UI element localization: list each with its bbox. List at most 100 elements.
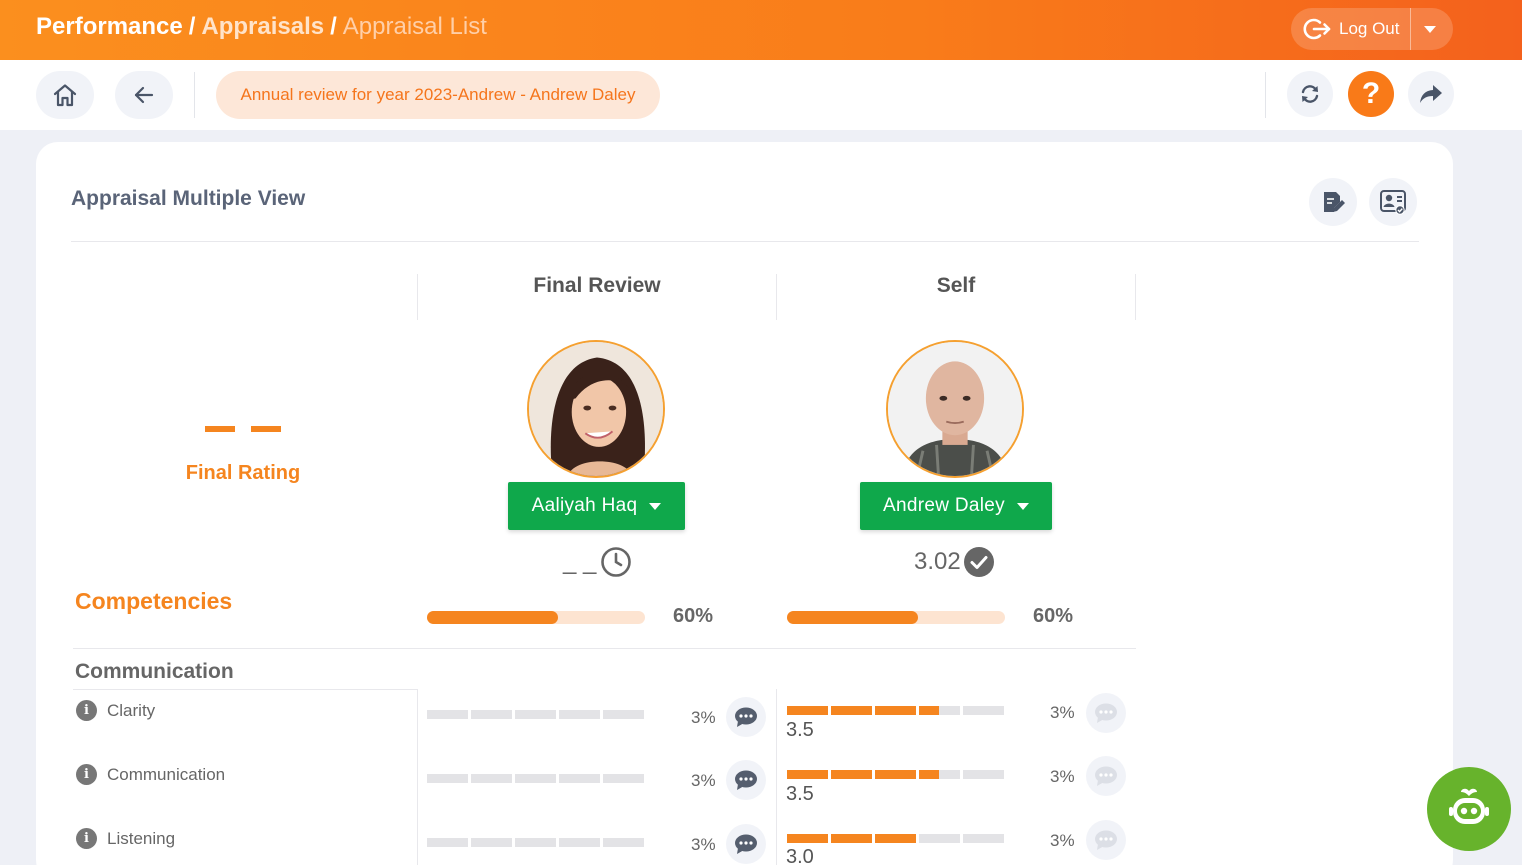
comment-icon [1095, 830, 1117, 850]
rating-segment [515, 838, 556, 847]
competency-row-listening: i Listening [76, 828, 175, 849]
rating-segment [787, 770, 828, 779]
final-review-weight: 3% [691, 771, 716, 790]
employee-avatar [886, 340, 1024, 478]
comment-button[interactable] [1086, 693, 1126, 733]
review-title-pill[interactable]: Annual review for year 2023-Andrew - And… [216, 71, 660, 119]
competency-row-clarity: i Clarity [76, 700, 155, 721]
logout-icon [1303, 18, 1331, 40]
self-progress-bar [787, 611, 1005, 624]
progress-fill [427, 611, 558, 624]
back-button[interactable] [115, 71, 173, 119]
reviewers-icon [1380, 190, 1406, 215]
question-icon: ? [1361, 77, 1381, 110]
competency-label: Listening [107, 828, 176, 848]
final-review-progress-bar [427, 611, 645, 624]
score-value: _ _ [563, 548, 597, 575]
info-icon[interactable]: i [76, 700, 97, 721]
rating-segment [559, 838, 600, 847]
rating-segment [875, 706, 916, 715]
employee-name: Andrew Daley [883, 495, 1005, 516]
column-header-final-review: Final Review [533, 274, 661, 297]
chevron-down-icon[interactable] [1423, 25, 1436, 33]
rating-segment [939, 706, 960, 715]
comment-icon [735, 770, 757, 790]
self-rating-value: 3.5 [786, 783, 814, 805]
employee-select-button[interactable]: Andrew Daley [860, 482, 1052, 530]
comment-button[interactable] [1086, 820, 1126, 860]
rating-segment [831, 706, 872, 715]
toolbar-divider [1265, 72, 1266, 118]
rating-segment [427, 710, 468, 719]
breadcrumb-separator: / [330, 13, 337, 40]
avatar-image [529, 342, 663, 476]
logout-divider [1409, 8, 1411, 50]
reviewer-avatar [527, 340, 665, 478]
card-divider [71, 241, 1419, 242]
rating-segment [831, 770, 872, 779]
refresh-button[interactable] [1287, 71, 1333, 117]
chevron-down-icon [1016, 502, 1029, 510]
final-rating-dash [251, 426, 281, 432]
comment-button[interactable] [726, 697, 766, 737]
rating-segment [515, 710, 556, 719]
help-button[interactable]: ? [1348, 71, 1394, 117]
reviewer-name: Aaliyah Haq [531, 495, 638, 516]
comment-button[interactable] [726, 760, 766, 800]
rating-segment [471, 774, 512, 783]
comment-icon [1095, 703, 1117, 723]
rating-segment [963, 706, 1004, 715]
edit-document-icon [1324, 192, 1345, 212]
rating-segment [963, 770, 1004, 779]
rating-segment [831, 834, 872, 843]
rating-segment [559, 774, 600, 783]
final-review-progress-pct: 60% [673, 605, 714, 627]
section-underline [73, 689, 418, 690]
comment-icon [735, 707, 757, 727]
competency-label: Communication [107, 764, 226, 784]
home-icon [53, 84, 77, 107]
card-title: Appraisal Multiple View [71, 187, 306, 210]
rating-segment [939, 770, 960, 779]
comment-icon [735, 834, 757, 854]
info-icon[interactable]: i [76, 828, 97, 849]
rating-segment [603, 710, 644, 719]
comment-button[interactable] [726, 824, 766, 864]
rating-segment [963, 834, 1004, 843]
comment-icon [1095, 766, 1117, 786]
progress-fill [787, 611, 918, 624]
rating-segment [787, 834, 828, 843]
arrow-left-icon [134, 86, 154, 104]
home-button[interactable] [36, 71, 94, 119]
breadcrumb-appraisal-list[interactable]: Appraisal List [343, 13, 487, 40]
self-score: 3.02 [914, 544, 995, 580]
rating-segment [559, 710, 600, 719]
robot-icon [1449, 788, 1489, 824]
final-review-score: _ _ [563, 544, 632, 580]
rating-segment [875, 770, 916, 779]
chatbot-button[interactable] [1427, 767, 1511, 851]
rating-segment [875, 834, 916, 843]
comment-button[interactable] [1086, 756, 1126, 796]
rating-segment [919, 834, 960, 843]
rating-segment [471, 838, 512, 847]
reviewers-button[interactable] [1369, 178, 1417, 226]
section-title-communication: Communication [75, 660, 234, 683]
logout-button[interactable]: Log Out [1291, 8, 1453, 50]
final-rating-label: Final Rating [185, 462, 301, 484]
rating-segment [919, 706, 939, 715]
self-rating-value: 3.5 [786, 719, 814, 741]
info-icon[interactable]: i [76, 764, 97, 785]
chevron-down-icon [649, 502, 662, 510]
top-bar: Performance / Appraisals / Appraisal List Lo… [0, 0, 1522, 60]
competency-label: Clarity [107, 700, 156, 720]
breadcrumb-appraisals[interactable]: Appraisals [201, 13, 324, 40]
breadcrumb-performance[interactable]: Performance [36, 13, 183, 40]
self-progress-pct: 60% [1033, 605, 1074, 627]
share-button[interactable] [1408, 71, 1454, 117]
reviewer-select-button[interactable]: Aaliyah Haq [508, 482, 685, 530]
competency-row-communication: i Communication [76, 764, 225, 785]
rating-segment [787, 706, 828, 715]
refresh-icon [1301, 85, 1319, 103]
edit-document-button[interactable] [1309, 178, 1357, 226]
